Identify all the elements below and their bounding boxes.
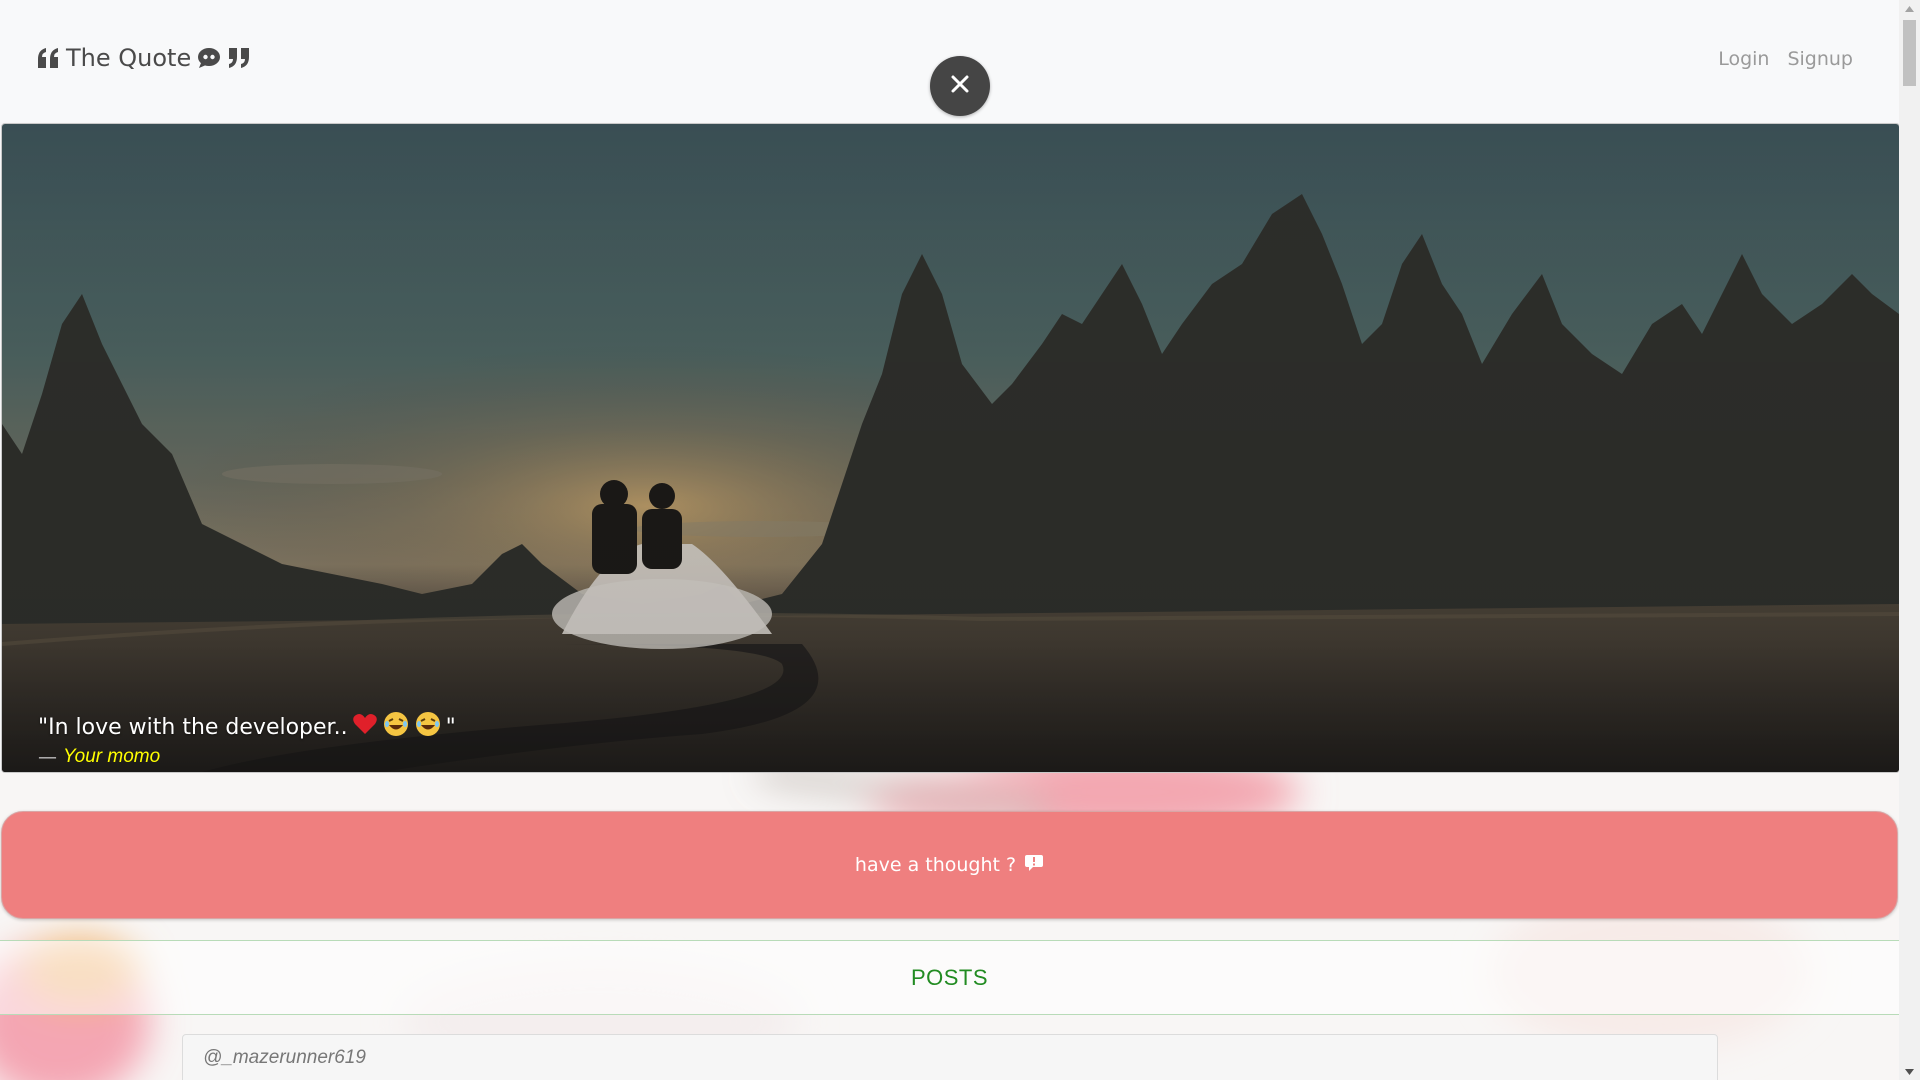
scroll-down-arrow-icon[interactable] [1899, 1063, 1920, 1080]
post-card: @_mazerunner619 [182, 1034, 1718, 1080]
close-icon [949, 73, 971, 99]
login-link[interactable]: Login [1718, 48, 1769, 70]
quote-body: "In love with the developer.. [38, 714, 348, 740]
author-dash: — [38, 746, 57, 768]
author-name[interactable]: Your momo [63, 746, 160, 768]
scrollbar-thumb[interactable] [1903, 20, 1916, 86]
quote-left-icon [36, 47, 60, 69]
post-username[interactable]: @_mazerunner619 [203, 1047, 366, 1069]
quote-text: "In love with the developer.. " [38, 710, 456, 744]
comment-quote-icon [197, 47, 221, 69]
hero-quote-image [1, 123, 1900, 773]
quote-right-icon [227, 47, 251, 69]
laughing-emoji-icon [382, 710, 410, 744]
thought-button-label: have a thought ? [854, 854, 1017, 876]
quote-author: — Your momo [38, 746, 160, 768]
quote-close-mark: " [445, 714, 456, 740]
sunset-couple-image [2, 124, 1899, 772]
heart-emoji-icon [352, 712, 378, 742]
close-button[interactable] [930, 56, 990, 116]
posts-heading-bar: POSTS [0, 940, 1899, 1015]
comment-exclamation-icon [1024, 854, 1044, 877]
page-scrollbar[interactable] [1899, 0, 1920, 1080]
laughing-emoji-icon [414, 710, 442, 744]
nav-links: Login Signup [1718, 48, 1853, 70]
posts-heading: POSTS [910, 964, 989, 990]
signup-link[interactable]: Signup [1787, 48, 1853, 70]
page: The Quote Login Signup "In love with the… [0, 0, 1920, 1080]
brand-name: The Quote [66, 44, 192, 72]
have-a-thought-button[interactable]: have a thought ? [1, 811, 1898, 919]
scroll-up-arrow-icon[interactable] [1899, 0, 1920, 17]
brand-logo-link[interactable]: The Quote [36, 44, 251, 72]
